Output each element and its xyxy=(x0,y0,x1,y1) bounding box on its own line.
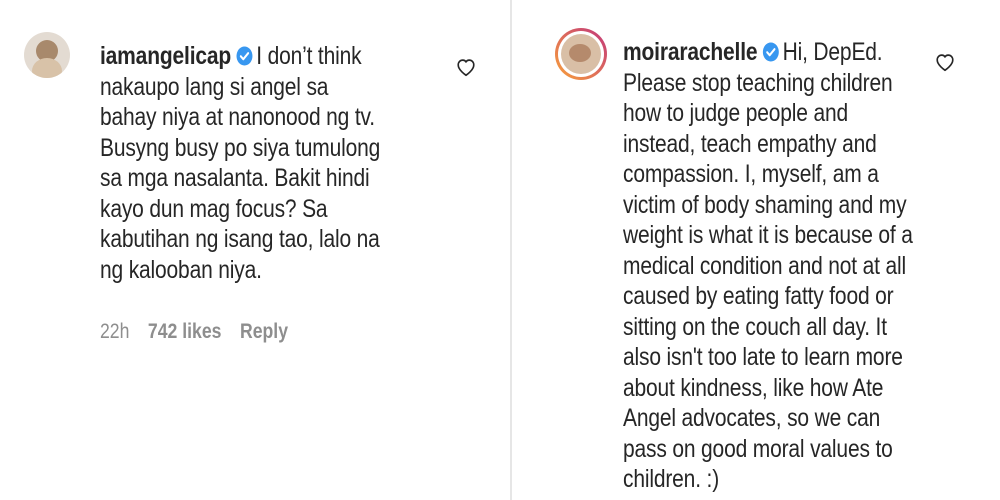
comment-panel-left: iamangelicap I don’t think nakaupo lang s… xyxy=(0,0,510,500)
username[interactable]: iamangelicap xyxy=(100,42,231,70)
comment-panel-right: moirarachelle Hi, DepEd. Please stop teac… xyxy=(512,0,1000,500)
comment-time: 22h xyxy=(100,320,130,343)
comment-body: iamangelicap I don’t think nakaupo lang s… xyxy=(100,41,390,285)
verified-badge-icon xyxy=(236,46,253,66)
comment-text: Hi, DepEd. Please stop teaching children… xyxy=(623,38,913,493)
heart-outline-icon[interactable] xyxy=(455,56,477,78)
avatar[interactable] xyxy=(24,32,70,78)
verified-badge-icon xyxy=(762,42,779,62)
heart-outline-icon[interactable] xyxy=(934,51,956,73)
reply-button[interactable]: Reply xyxy=(240,320,288,343)
avatar-story-ring[interactable] xyxy=(555,28,607,80)
comment-meta: 22h 742 likes Reply xyxy=(100,320,306,344)
username[interactable]: moirarachelle xyxy=(623,38,758,66)
comment-text: I don’t think nakaupo lang si angel sa b… xyxy=(100,42,381,284)
likes-count-link[interactable]: 742 likes xyxy=(148,320,222,343)
comment-body: moirarachelle Hi, DepEd. Please stop teac… xyxy=(623,37,921,495)
